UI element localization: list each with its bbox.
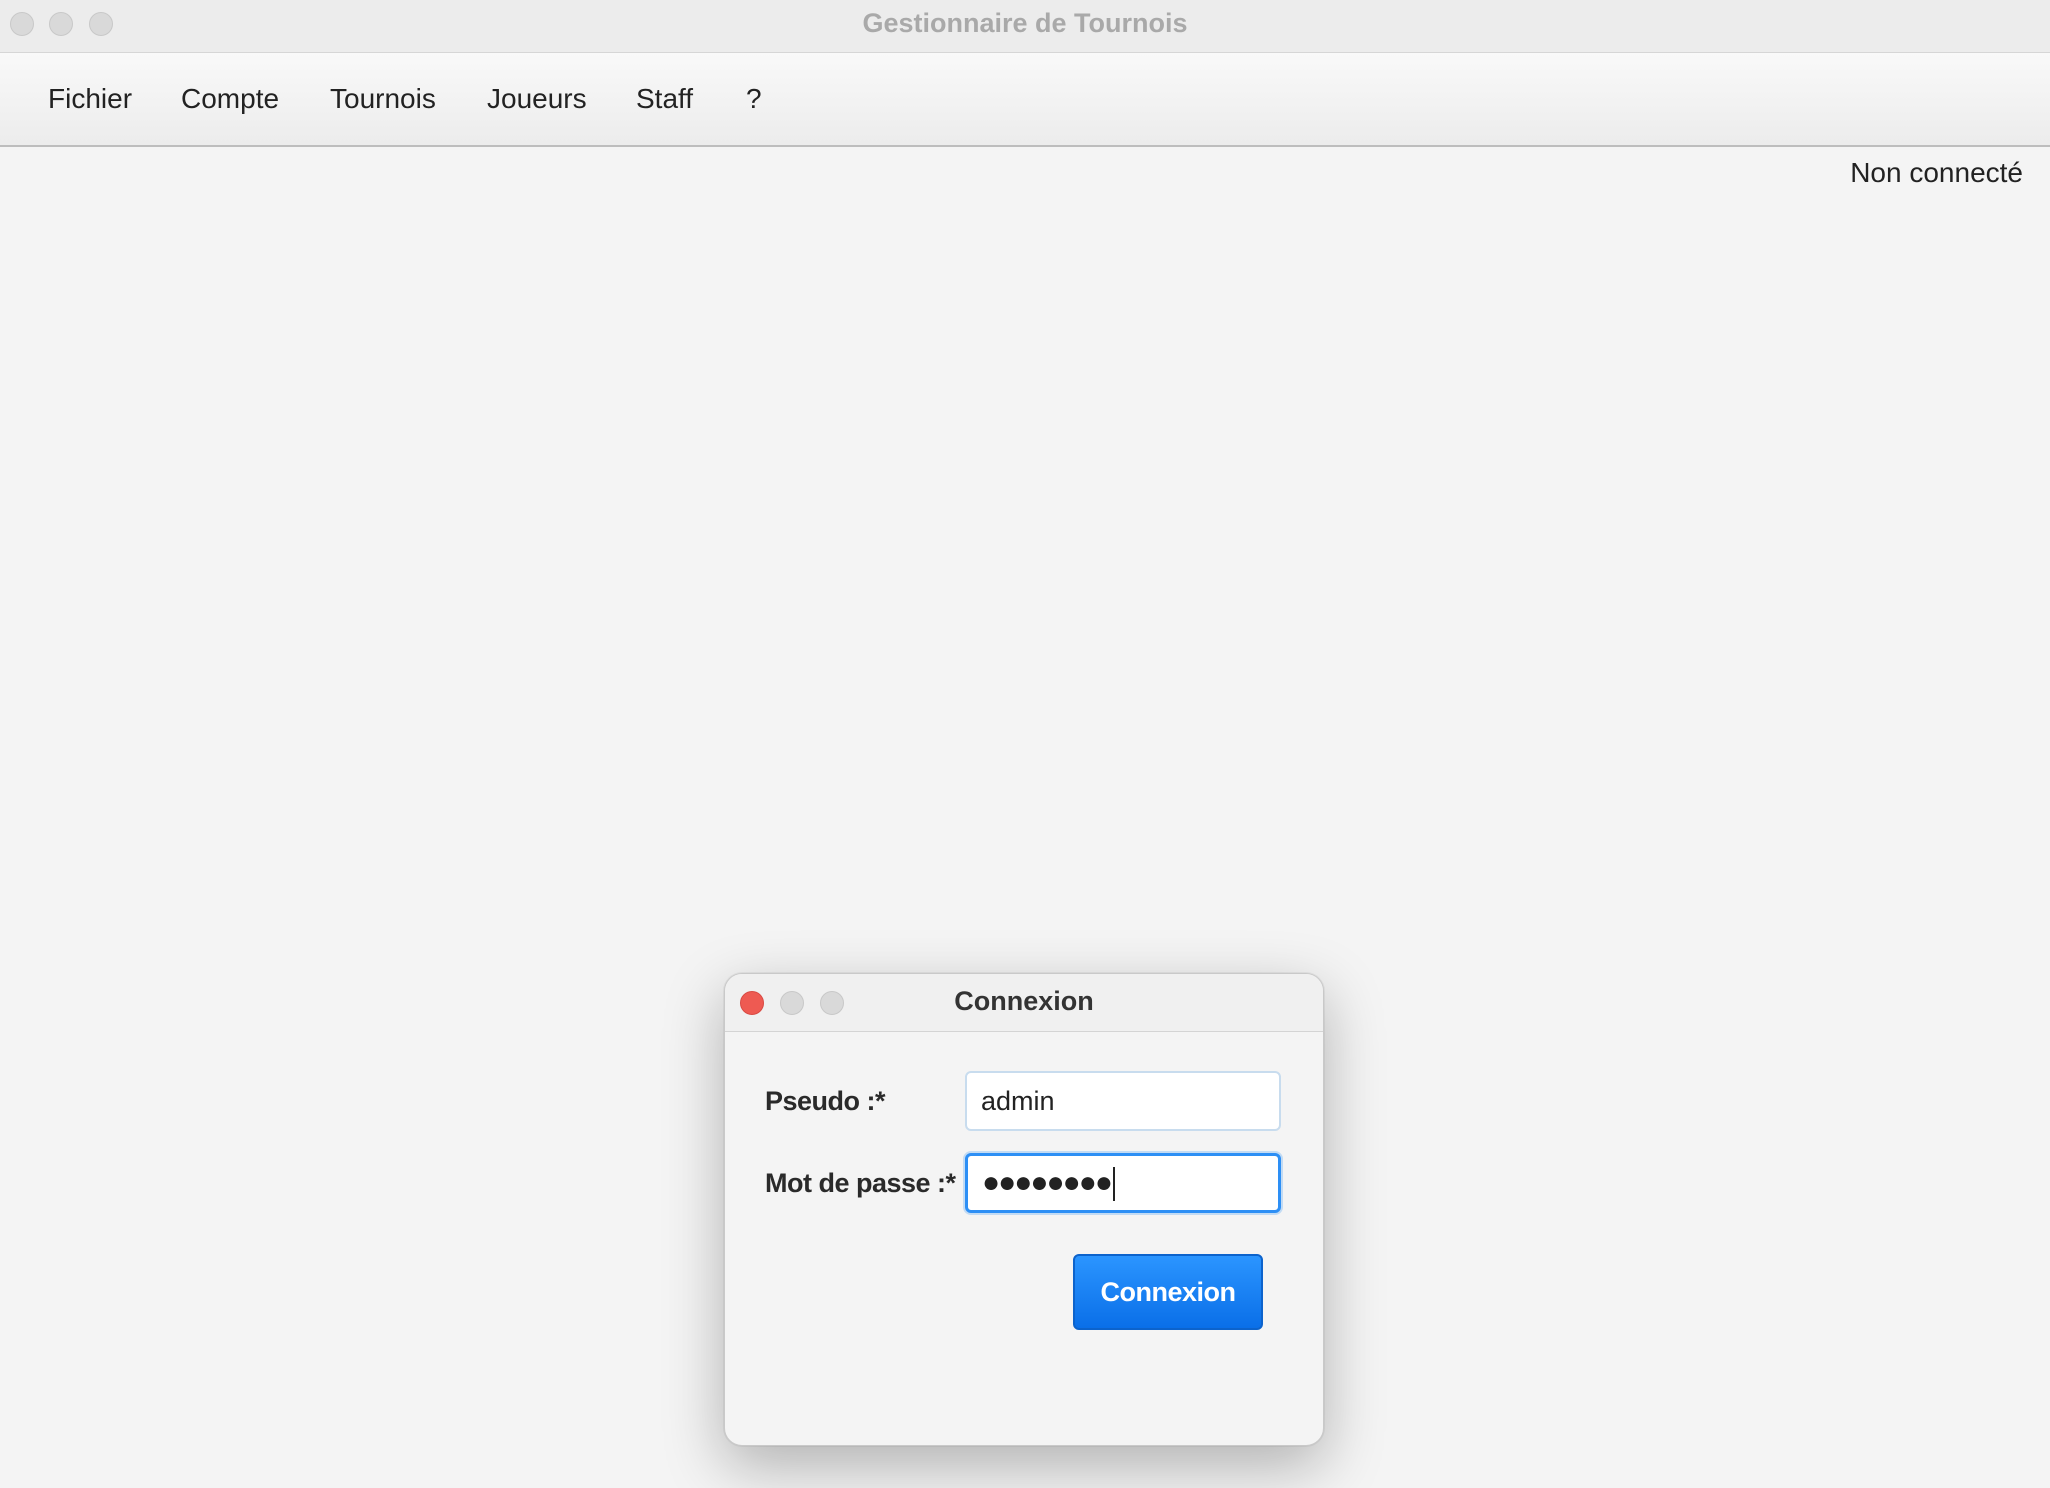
connection-status: Non connecté: [1850, 157, 2023, 188]
menu-compte[interactable]: Compte: [181, 83, 279, 115]
menu-tournois[interactable]: Tournois: [330, 83, 436, 115]
login-button[interactable]: Connexion: [1073, 1254, 1263, 1330]
menu-fichier[interactable]: Fichier: [48, 83, 132, 115]
pseudo-input[interactable]: admin: [965, 1071, 1281, 1131]
menu-bar: Fichier Compte Tournois Joueurs Staff ?: [0, 53, 2050, 147]
pseudo-label: Pseudo :*: [765, 1086, 886, 1116]
password-input[interactable]: ●●●●●●●●: [965, 1153, 1281, 1213]
text-caret: [1112, 1167, 1115, 1202]
dialog-title-bar: Connexion: [725, 974, 1323, 1032]
password-value: ●●●●●●●●: [982, 1166, 1113, 1199]
main-window: Gestionnaire de Tournois Fichier Compte …: [0, 0, 2050, 1488]
login-dialog: Connexion Pseudo :* admin Mot de passe :…: [724, 973, 1324, 1446]
dialog-title: Connexion: [954, 986, 1094, 1016]
menu-help[interactable]: ?: [746, 83, 762, 115]
title-bar: Gestionnaire de Tournois: [0, 0, 2050, 53]
pseudo-value: admin: [981, 1086, 1055, 1116]
menu-joueurs[interactable]: Joueurs: [487, 83, 587, 115]
password-label: Mot de passe :*: [765, 1168, 956, 1198]
menu-staff[interactable]: Staff: [636, 83, 693, 115]
window-title: Gestionnaire de Tournois: [862, 8, 1188, 38]
